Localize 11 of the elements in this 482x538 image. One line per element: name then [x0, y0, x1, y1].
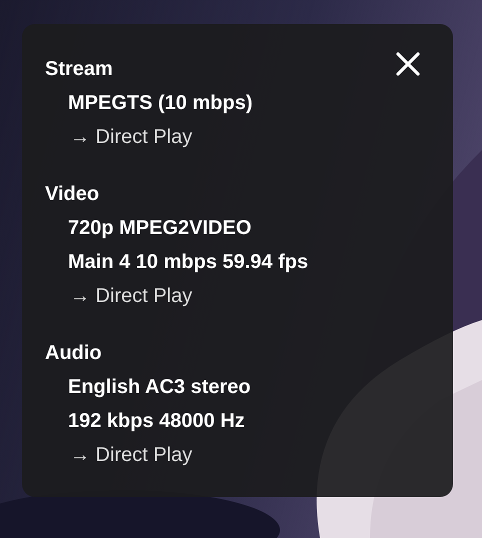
- playback-method: → Direct Play: [70, 125, 192, 150]
- stream-detail: 720p MPEG2VIDEO: [68, 216, 252, 241]
- section-title: Stream: [45, 57, 113, 82]
- section-title: Video: [45, 182, 100, 207]
- stream-detail: Main 4 10 mbps 59.94 fps: [68, 250, 308, 275]
- playback-method: → Direct Play: [70, 443, 192, 468]
- stream-detail: 192 kbps 48000 Hz: [68, 409, 245, 434]
- playback-method: → Direct Play: [70, 284, 192, 309]
- stream-detail: MPEGTS (10 mbps): [68, 91, 252, 116]
- stream-detail: English AC3 stereo: [68, 375, 251, 400]
- section-title: Audio: [45, 341, 102, 366]
